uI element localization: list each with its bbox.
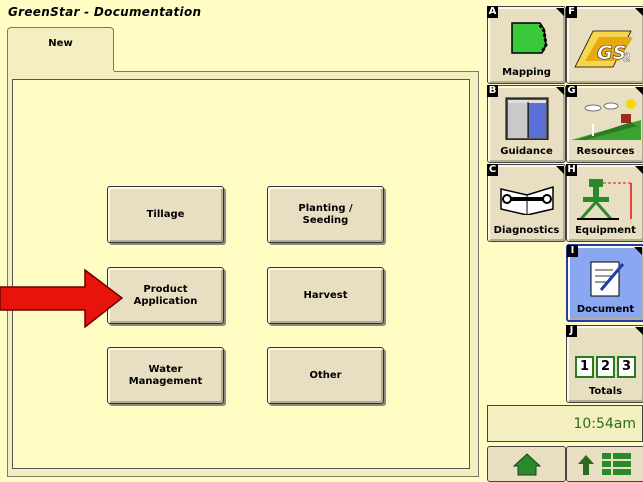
- other-button[interactable]: Other: [267, 347, 384, 404]
- svg-text:2: 2: [623, 51, 631, 64]
- red-arrow-icon: [0, 268, 124, 329]
- harvest-button[interactable]: Harvest: [267, 267, 384, 324]
- home-icon: [512, 453, 541, 476]
- book-wrench-icon: [488, 175, 565, 215]
- gs2-logo-icon: GS 2: [567, 21, 643, 71]
- equipment-icon: [567, 175, 643, 221]
- up-arrow-menu-icon: [577, 453, 631, 475]
- home-button[interactable]: [487, 446, 566, 482]
- tab-new[interactable]: New: [7, 27, 114, 72]
- water-management-button[interactable]: Water Management: [107, 347, 224, 404]
- svg-text:GS: GS: [597, 42, 626, 64]
- menu-button[interactable]: [566, 446, 643, 482]
- field-map-icon: [488, 17, 565, 57]
- counter-icon: 1 2 3: [567, 356, 643, 378]
- softkey-gs2[interactable]: F GS 2: [566, 6, 643, 84]
- softkey-diagnostics[interactable]: C Diagnostics: [487, 164, 566, 242]
- softkey-guidance[interactable]: B Guidance: [487, 85, 566, 163]
- window-title: GreenStar - Documentation: [8, 5, 202, 19]
- softkey-document[interactable]: I Document: [566, 244, 643, 322]
- clock-display: 10:54am: [487, 405, 643, 442]
- softkey-mapping[interactable]: A Mapping: [487, 6, 566, 84]
- guidance-icon: [488, 96, 565, 140]
- softkey-resources[interactable]: G Resources: [566, 85, 643, 163]
- planting-seeding-button[interactable]: Planting / Seeding: [267, 186, 384, 243]
- farm-landscape-icon: [567, 96, 643, 140]
- tillage-button[interactable]: Tillage: [107, 186, 224, 243]
- softkey-equipment[interactable]: H Equipment: [566, 164, 643, 242]
- document-pen-icon: [568, 256, 643, 298]
- softkey-totals[interactable]: J 1 2 3 Totals: [566, 325, 643, 403]
